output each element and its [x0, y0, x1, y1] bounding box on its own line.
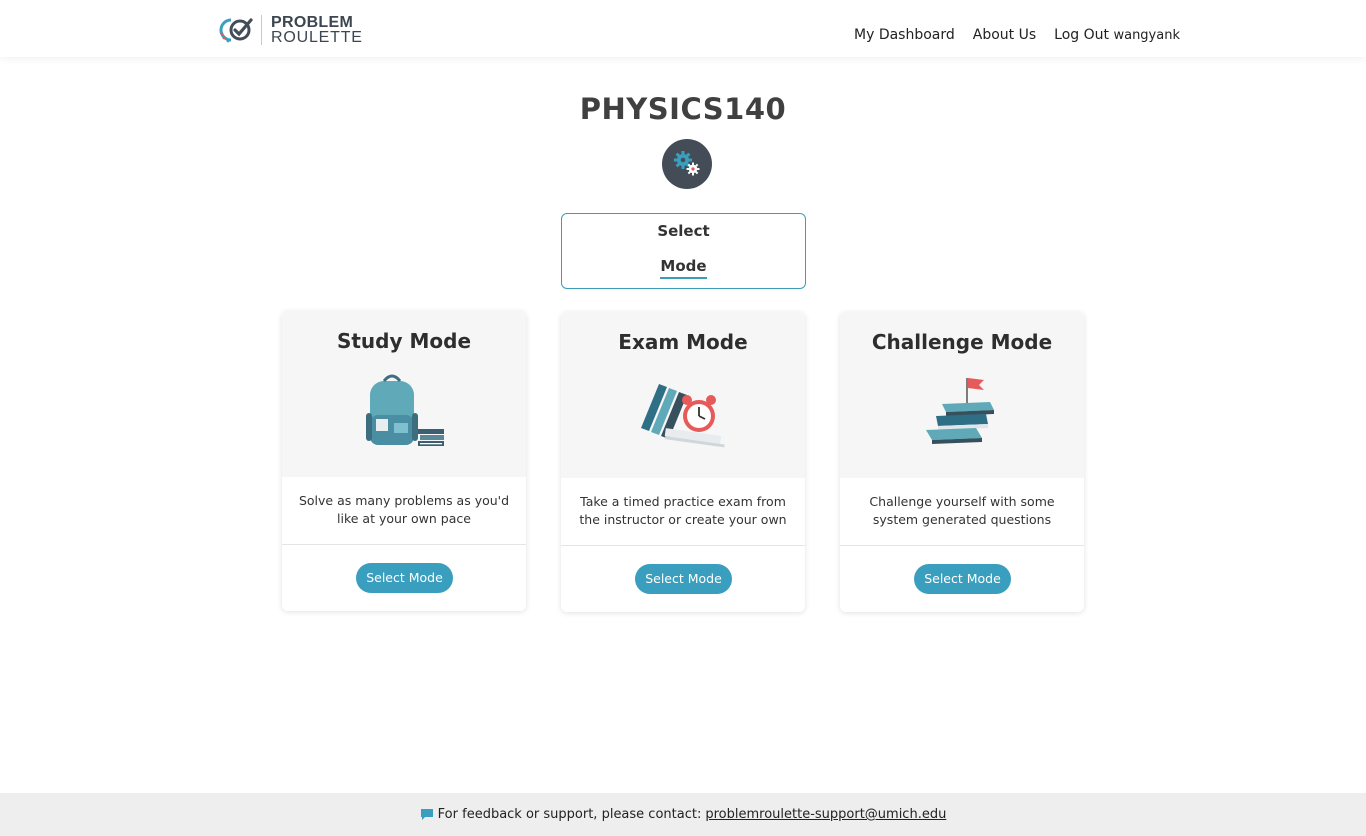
nav-my-dashboard[interactable]: My Dashboard: [854, 27, 955, 43]
card-divider: [840, 545, 1084, 546]
top-header: PROBLEM ROULETTE My Dashboard About Us L…: [0, 0, 1366, 57]
nav-log-out[interactable]: Log Out wangyank: [1054, 27, 1180, 43]
page-title: PHYSICS140: [579, 92, 787, 126]
card-divider: [561, 545, 805, 546]
card-header: Challenge Mode: [840, 312, 1084, 478]
select-mode-tab-line2: Mode: [562, 257, 805, 279]
logo-text: PROBLEM ROULETTE: [271, 14, 363, 46]
select-mode-tab[interactable]: Select Mode: [561, 213, 806, 289]
select-mode-tab-line2-text: Mode: [660, 257, 707, 279]
nav-about-us[interactable]: About Us: [973, 27, 1036, 43]
card-title: Study Mode: [336, 329, 472, 353]
card-header: Study Mode: [282, 311, 526, 477]
roulette-logo-icon: [219, 18, 253, 43]
nav-log-out-label: Log Out: [1054, 27, 1110, 43]
card-divider: [282, 544, 526, 545]
card-description: Take a timed practice exam from the inst…: [579, 494, 787, 527]
card-description: Challenge yourself with some system gene…: [869, 494, 1055, 527]
gears-icon: [674, 151, 700, 176]
problem-roulette-logo[interactable]: PROBLEM ROULETTE: [218, 14, 363, 46]
course-settings-button[interactable]: [662, 139, 712, 189]
select-mode-tab-line1: Select: [657, 222, 710, 240]
nav-username: wangyank: [1113, 28, 1180, 43]
books-alarm-clock-icon: [641, 384, 725, 448]
footer-text: For feedback or support, please contact:: [437, 807, 702, 822]
support-footer: For feedback or support, please contact:…: [0, 793, 1366, 836]
card-description: Solve as many problems as you'd like at …: [298, 493, 510, 526]
book-stack-flag-icon: [926, 378, 994, 444]
card-title: Challenge Mode: [871, 330, 1053, 354]
study-mode-card: Study Mode Solve as many problems as you…: [282, 311, 526, 611]
exam-mode-card: Exam Mode Take a timed practice exam fro…: [561, 312, 805, 612]
logo-text-line2: ROULETTE: [271, 29, 363, 46]
backpack-books-icon: [366, 374, 444, 446]
exam-mode-select-button[interactable]: Select Mode: [635, 564, 732, 594]
study-mode-select-button[interactable]: Select Mode: [356, 563, 453, 593]
chat-bubble-icon: [420, 809, 433, 820]
logo-text-line1: PROBLEM: [271, 14, 354, 31]
challenge-mode-card: Challenge Mode Challenge yourself with s…: [840, 312, 1084, 612]
card-title: Exam Mode: [618, 330, 748, 354]
top-nav: My Dashboard About Us Log Out wangyank: [854, 27, 1180, 43]
card-header: Exam Mode: [561, 312, 805, 478]
challenge-mode-select-button[interactable]: Select Mode: [914, 564, 1011, 594]
logo-divider: [261, 15, 262, 45]
support-email-link[interactable]: problemroulette-support@umich.edu: [705, 807, 946, 822]
